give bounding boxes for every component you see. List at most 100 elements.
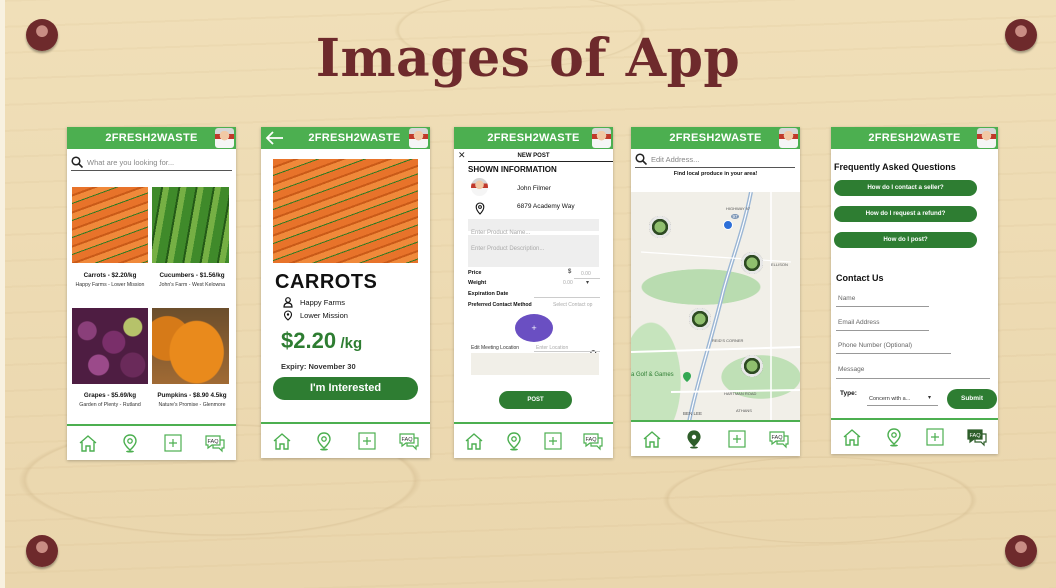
product-description-field[interactable]: Enter Product Description...	[468, 235, 599, 267]
app-name: 2FRESH2WASTE	[308, 132, 401, 144]
mini-map[interactable]	[471, 353, 599, 375]
product-subtitle: John's Farm - West Kelowna	[158, 282, 226, 288]
bottom-nav: FAQ	[67, 424, 236, 460]
search-input[interactable]: What are you looking for...	[87, 158, 174, 167]
interested-button[interactable]: I'm Interested	[273, 377, 418, 400]
dollar-sign: $	[568, 269, 572, 275]
faq-icon[interactable]: FAQ	[583, 431, 603, 451]
seller-pin[interactable]	[741, 252, 763, 274]
plus-icon[interactable]	[357, 431, 377, 451]
home-icon[interactable]	[272, 431, 292, 451]
location-pin-icon	[283, 310, 293, 321]
faq-question-button[interactable]: How do I request a refund?	[834, 206, 977, 222]
product-card[interactable]: Pumpkins - $8.90 4.5kg Nature's Promise …	[150, 392, 234, 408]
pushpin-icon	[26, 535, 58, 567]
seller-pin[interactable]	[689, 308, 711, 330]
back-arrow-icon[interactable]	[263, 127, 287, 157]
plus-icon[interactable]	[543, 431, 563, 451]
expiry-date: Expiry: November 30	[281, 362, 356, 371]
product-title: Grapes - $5.69/kg	[83, 392, 137, 399]
message-field[interactable]: Message	[838, 366, 864, 373]
search-icon	[635, 153, 647, 165]
type-dropdown-icon[interactable]: ▾	[928, 394, 931, 401]
post-button[interactable]: POST	[499, 391, 572, 409]
name-field[interactable]: Name	[838, 295, 855, 302]
phone-field[interactable]: Phone Number (Optional)	[838, 342, 912, 349]
bottom-nav: FAQ	[261, 422, 430, 458]
product-title: Pumpkins - $8.90 4.5kg	[157, 392, 227, 399]
map-pin-icon[interactable]	[884, 427, 904, 447]
seller-pin[interactable]	[741, 355, 763, 377]
avatar[interactable]	[215, 128, 234, 148]
submit-button[interactable]: Submit	[947, 389, 997, 409]
home-icon[interactable]	[842, 427, 862, 447]
person-icon	[283, 297, 293, 308]
faq-icon[interactable]: FAQ	[399, 431, 419, 451]
home-icon[interactable]	[78, 433, 98, 453]
plus-icon[interactable]	[925, 427, 945, 447]
price-input[interactable]: 0.00	[581, 271, 591, 277]
map-pin-icon[interactable]	[504, 431, 524, 451]
search-bar[interactable]: What are you looking for...	[71, 154, 232, 171]
product-card[interactable]: Grapes - $5.69/kg Garden of Plenty - Rut…	[69, 392, 151, 408]
map-label-athans: ATHANS	[736, 408, 752, 413]
product-card[interactable]: Cucumbers - $1.56/kg John's Farm - West …	[150, 272, 234, 288]
product-image-grapes[interactable]	[72, 308, 148, 384]
contact-method-select[interactable]: Select Contact op	[553, 302, 600, 308]
home-icon[interactable]	[642, 429, 662, 449]
plus-icon[interactable]	[727, 429, 747, 449]
product-title: Carrots - $2.20/kg	[83, 272, 137, 279]
address-input[interactable]: Edit Address...	[651, 155, 699, 164]
map-marker-icon	[683, 367, 691, 382]
weight-dropdown-icon[interactable]: ▾	[586, 279, 589, 286]
map-label-ben-lee: BEN LEE	[683, 411, 703, 416]
avatar[interactable]	[409, 128, 428, 148]
weight-input[interactable]: 0.00	[563, 280, 573, 286]
map-pin-icon[interactable]	[314, 431, 334, 451]
type-select[interactable]: Concern with a...	[869, 396, 910, 402]
meeting-location-label: Edit Meeting Location	[471, 345, 520, 351]
plus-icon[interactable]	[163, 433, 183, 453]
app-bar: 2FRESH2WASTE	[261, 127, 430, 149]
search-icon	[71, 156, 83, 168]
app-bar: 2FRESH2WASTE	[454, 127, 613, 149]
map-pin-icon[interactable]	[684, 429, 704, 449]
address-bar[interactable]: Edit Address...	[635, 151, 795, 168]
faq-label: FAQ	[771, 435, 783, 441]
map-label-reid: REID'S CORNER	[712, 338, 744, 343]
email-field[interactable]: Email Address	[838, 319, 880, 326]
product-image-cucumbers[interactable]	[152, 187, 229, 263]
expiration-underline[interactable]	[534, 297, 600, 298]
faq-question-button[interactable]: How do I contact a seller?	[834, 180, 977, 196]
app-name: 2FRESH2WASTE	[487, 132, 580, 144]
pushpin-icon	[1005, 535, 1037, 567]
faq-icon[interactable]: FAQ	[205, 433, 225, 453]
avatar[interactable]	[779, 128, 798, 148]
seller-pin[interactable]	[649, 216, 671, 238]
avatar[interactable]	[977, 128, 996, 148]
highway-shield: 97	[731, 214, 740, 219]
weight-label: Weight	[468, 280, 487, 286]
faq-question-button[interactable]: How do I post?	[834, 232, 977, 248]
field-underline	[836, 306, 929, 307]
price-value: $2.20	[281, 328, 337, 353]
map-subtitle: Find local produce in your area!	[673, 171, 758, 177]
product-image-carrots[interactable]	[72, 187, 148, 263]
avatar[interactable]	[592, 128, 611, 148]
product-subtitle: Happy Farms - Lower Mission	[75, 282, 145, 288]
price-row: $2.20 /kg	[281, 328, 362, 354]
map-pin-icon[interactable]	[120, 433, 140, 453]
contact-method-label: Preferred Contact Method	[468, 302, 532, 308]
faq-icon[interactable]: FAQ	[967, 427, 987, 447]
product-card[interactable]: Carrots - $2.20/kg Happy Farms - Lower M…	[69, 272, 151, 288]
produce-map[interactable]: HIGHWAY 97 97 ELLISON REID'S CORNER a Go…	[631, 192, 800, 422]
faq-icon[interactable]: FAQ	[769, 429, 789, 449]
header-divider	[468, 161, 613, 162]
product-image-pumpkins[interactable]	[152, 308, 229, 384]
product-name-field[interactable]: Enter Product Name...	[468, 219, 599, 236]
user-avatar	[471, 178, 488, 196]
user-address: 6879 Academy Way	[517, 203, 575, 210]
home-icon[interactable]	[464, 431, 484, 451]
map-label-highway: HIGHWAY 97	[726, 206, 751, 211]
add-image-button[interactable]: +	[515, 314, 553, 342]
